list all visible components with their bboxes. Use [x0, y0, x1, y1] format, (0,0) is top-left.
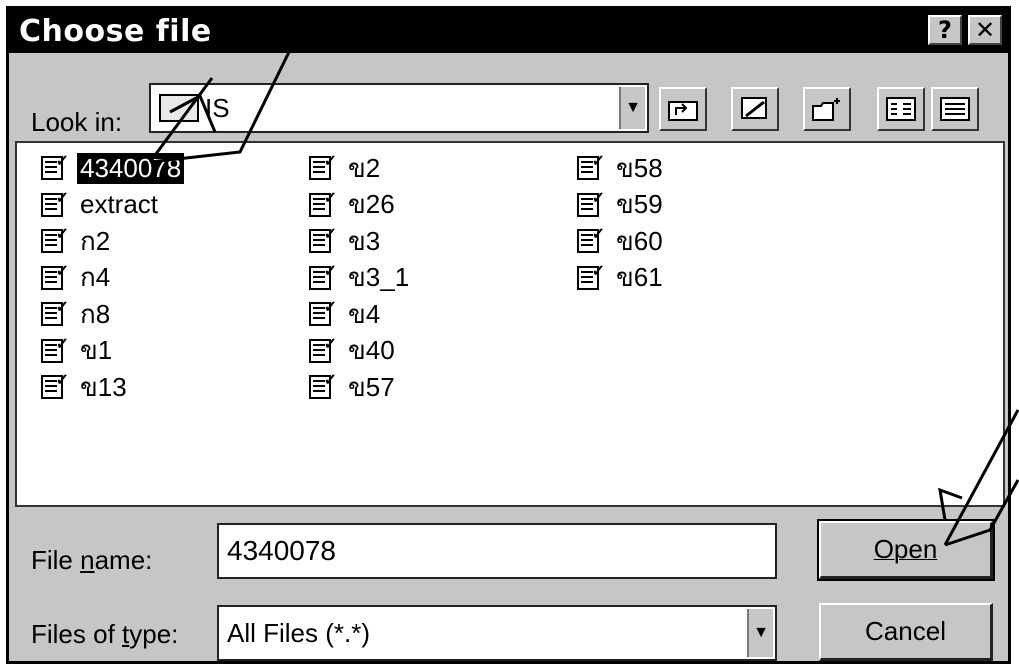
file-item-label: ข2	[348, 152, 381, 183]
file-item[interactable]: ✓ 4340078	[39, 151, 185, 185]
file-item-label: ก8	[80, 298, 111, 329]
file-item[interactable]: ✓ ข59	[575, 188, 666, 222]
document-icon: ✓	[307, 227, 337, 255]
list-view-icon	[886, 97, 916, 121]
document-icon: ✓	[575, 263, 605, 292]
document-icon: ✓	[307, 154, 337, 182]
file-item-label: ข3_1	[348, 262, 410, 292]
title-bar: Choose file ? ✕	[9, 9, 1008, 53]
file-item-label: ข26	[348, 189, 395, 219]
file-item-label: ข58	[616, 152, 663, 183]
file-item-label: ข1	[80, 335, 113, 365]
file-name-label: File name:	[31, 545, 153, 575]
file-item-label: ข4	[348, 298, 381, 329]
file-item-label: ข3	[348, 225, 381, 256]
file-item-label: ข40	[348, 335, 395, 365]
dialog-title: Choose file	[19, 13, 212, 49]
look-in-value: IS	[205, 92, 230, 123]
document-icon: ✓	[307, 373, 337, 401]
file-item[interactable]: ✓ ข4	[307, 297, 383, 331]
list-view-button[interactable]	[877, 87, 925, 131]
file-item-label: ข57	[348, 371, 395, 402]
close-button[interactable]: ✕	[968, 15, 1002, 45]
file-item[interactable]: ✓ ข1	[39, 334, 115, 368]
desktop-icon	[741, 97, 767, 119]
file-item-label: ข59	[616, 189, 663, 219]
file-item[interactable]: ✓ ข3	[307, 224, 383, 258]
files-of-type-label: Files of type:	[31, 619, 179, 649]
document-icon: ✓	[307, 300, 337, 328]
document-icon: ✓	[307, 190, 337, 219]
document-icon: ✓	[39, 227, 69, 255]
file-item[interactable]: ✓ ข61	[575, 261, 666, 295]
help-button[interactable]: ?	[928, 15, 962, 45]
folder-icon	[159, 94, 199, 122]
file-item-label: extract	[80, 189, 159, 219]
chevron-down-icon[interactable]: ▼	[747, 609, 773, 657]
file-item[interactable]: ✓ ข13	[39, 370, 130, 404]
file-list[interactable]: ✓ 4340078 ✓ extract ✓ ก2 ✓ ก4 ✓ ก8 ✓ ข1 ✓ ข13 ✓ ข2 ✓ ข26 ✓…	[15, 141, 1005, 507]
file-item[interactable]: ✓ ข58	[575, 151, 666, 185]
look-in-label: Look in:	[31, 107, 123, 137]
file-item[interactable]: ✓ extract	[39, 188, 161, 222]
file-item[interactable]: ✓ ข57	[307, 370, 398, 404]
document-icon: ✓	[575, 190, 605, 219]
file-item[interactable]: ✓ ข3_1	[307, 261, 412, 295]
choose-file-dialog: Choose file ? ✕ Look in: IS ▼ ✓ 4340078 …	[6, 6, 1011, 664]
open-button-label: Open	[873, 534, 938, 564]
document-icon: ✓	[39, 300, 69, 328]
open-button[interactable]: Open	[817, 519, 995, 581]
up-folder-icon	[668, 101, 698, 121]
new-folder-button[interactable]	[803, 87, 851, 131]
chevron-down-icon[interactable]: ▼	[619, 87, 645, 129]
cancel-button[interactable]: Cancel	[819, 603, 993, 661]
document-icon: ✓	[39, 263, 69, 292]
document-icon: ✓	[39, 373, 69, 401]
file-item-label: ข61	[616, 262, 663, 292]
up-one-level-button[interactable]	[659, 87, 707, 131]
file-name-input[interactable]: 4340078	[217, 523, 777, 579]
files-of-type-dropdown[interactable]: All Files (*.*) ▼	[217, 605, 777, 661]
files-of-type-value: All Files (*.*)	[227, 617, 371, 648]
file-item[interactable]: ✓ ก4	[39, 261, 113, 295]
document-icon: ✓	[39, 154, 69, 182]
document-icon: ✓	[575, 227, 605, 255]
file-item[interactable]: ✓ ก8	[39, 297, 113, 331]
file-item[interactable]: ✓ ข40	[307, 334, 398, 368]
file-item-label: ข13	[80, 371, 127, 402]
file-item-label: ก2	[80, 225, 111, 256]
details-view-button[interactable]	[931, 87, 979, 131]
cancel-button-label: Cancel	[865, 616, 946, 646]
file-item[interactable]: ✓ ข60	[575, 224, 666, 258]
desktop-button[interactable]	[731, 87, 779, 131]
new-folder-icon	[812, 98, 840, 121]
details-view-icon	[940, 97, 970, 121]
file-item[interactable]: ✓ ก2	[39, 224, 113, 258]
document-icon: ✓	[575, 154, 605, 182]
file-item-label: 4340078	[77, 152, 185, 184]
file-item[interactable]: ✓ ข2	[307, 151, 383, 185]
file-item[interactable]: ✓ ข26	[307, 188, 398, 222]
document-icon: ✓	[307, 263, 337, 292]
document-icon: ✓	[39, 336, 69, 365]
file-item-label: ข60	[616, 225, 663, 256]
document-icon: ✓	[307, 336, 337, 365]
look-in-dropdown[interactable]: IS ▼	[149, 83, 649, 133]
document-icon: ✓	[39, 190, 69, 219]
file-item-label: ก4	[80, 262, 111, 292]
